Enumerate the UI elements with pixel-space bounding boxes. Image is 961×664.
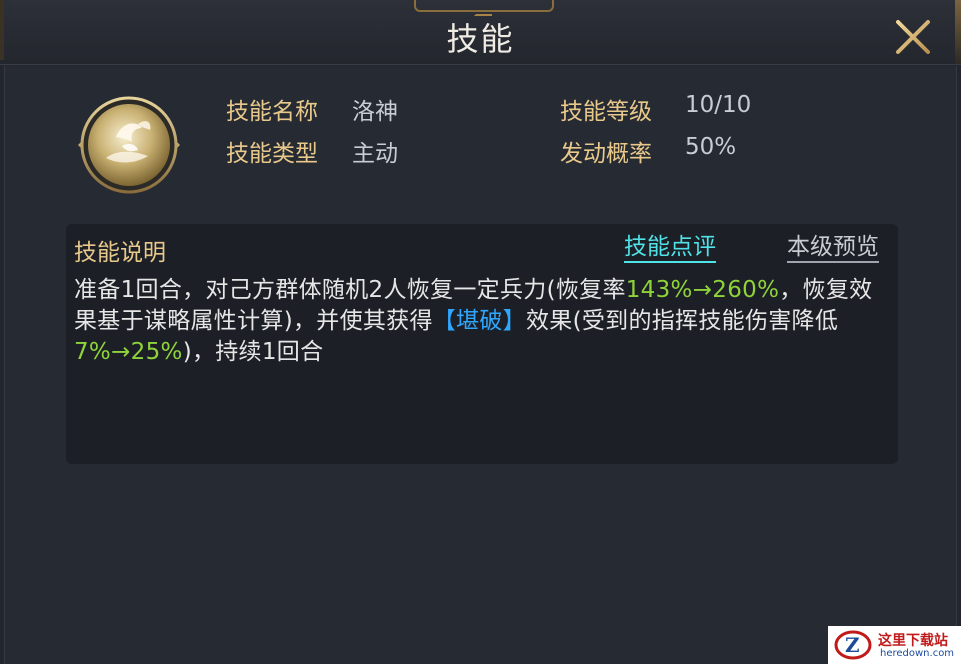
description-text: 准备1回合，对己方群体随机2人恢复一定兵力(恢复率143%→260%，恢复效果基… xyxy=(74,275,884,368)
skill-review-link[interactable]: 技能点评 xyxy=(624,233,716,263)
watermark-cn: 这里下载站 xyxy=(878,633,948,649)
skill-name-value: 洛神 xyxy=(352,99,398,125)
trigger-rate-value: 50% xyxy=(685,134,737,160)
luoshen-skill-icon xyxy=(76,92,182,198)
desc-segment: )，持续1回合 xyxy=(182,339,324,365)
skill-level-label: 技能等级 xyxy=(560,99,652,125)
skill-name-label: 技能名称 xyxy=(226,99,318,125)
trigger-rate-label: 发动概率 xyxy=(560,141,652,167)
kanpo-effect-keyword: 【堪破】 xyxy=(432,308,526,334)
description-title: 技能说明 xyxy=(74,240,166,266)
watermark-en: heredown.com xyxy=(880,648,955,659)
skill-type-label: 技能类型 xyxy=(226,141,318,167)
svg-text:Z: Z xyxy=(845,633,860,657)
level-preview-link[interactable]: 本级预览 xyxy=(787,233,879,263)
close-button[interactable] xyxy=(890,14,936,60)
site-watermark: Z 这里下载站 heredown.com xyxy=(828,626,961,664)
header-ornament xyxy=(414,0,554,12)
window-header: 技能 xyxy=(0,0,961,65)
window-title: 技能 xyxy=(446,20,515,58)
damage-reduction-value: 7%→25% xyxy=(74,339,183,365)
desc-segment: 效果(受到的指挥技能伤害降低 xyxy=(525,308,839,334)
heal-rate-value: 143%→260% xyxy=(625,277,780,303)
close-x-icon xyxy=(896,20,930,54)
skill-type-value: 主动 xyxy=(352,141,398,167)
desc-segment: 准备1回合，对己方群体随机2人恢复一定兵力(恢复率 xyxy=(74,277,626,303)
watermark-logo-icon: Z xyxy=(834,630,872,660)
skill-level-value: 10/10 xyxy=(685,92,752,118)
